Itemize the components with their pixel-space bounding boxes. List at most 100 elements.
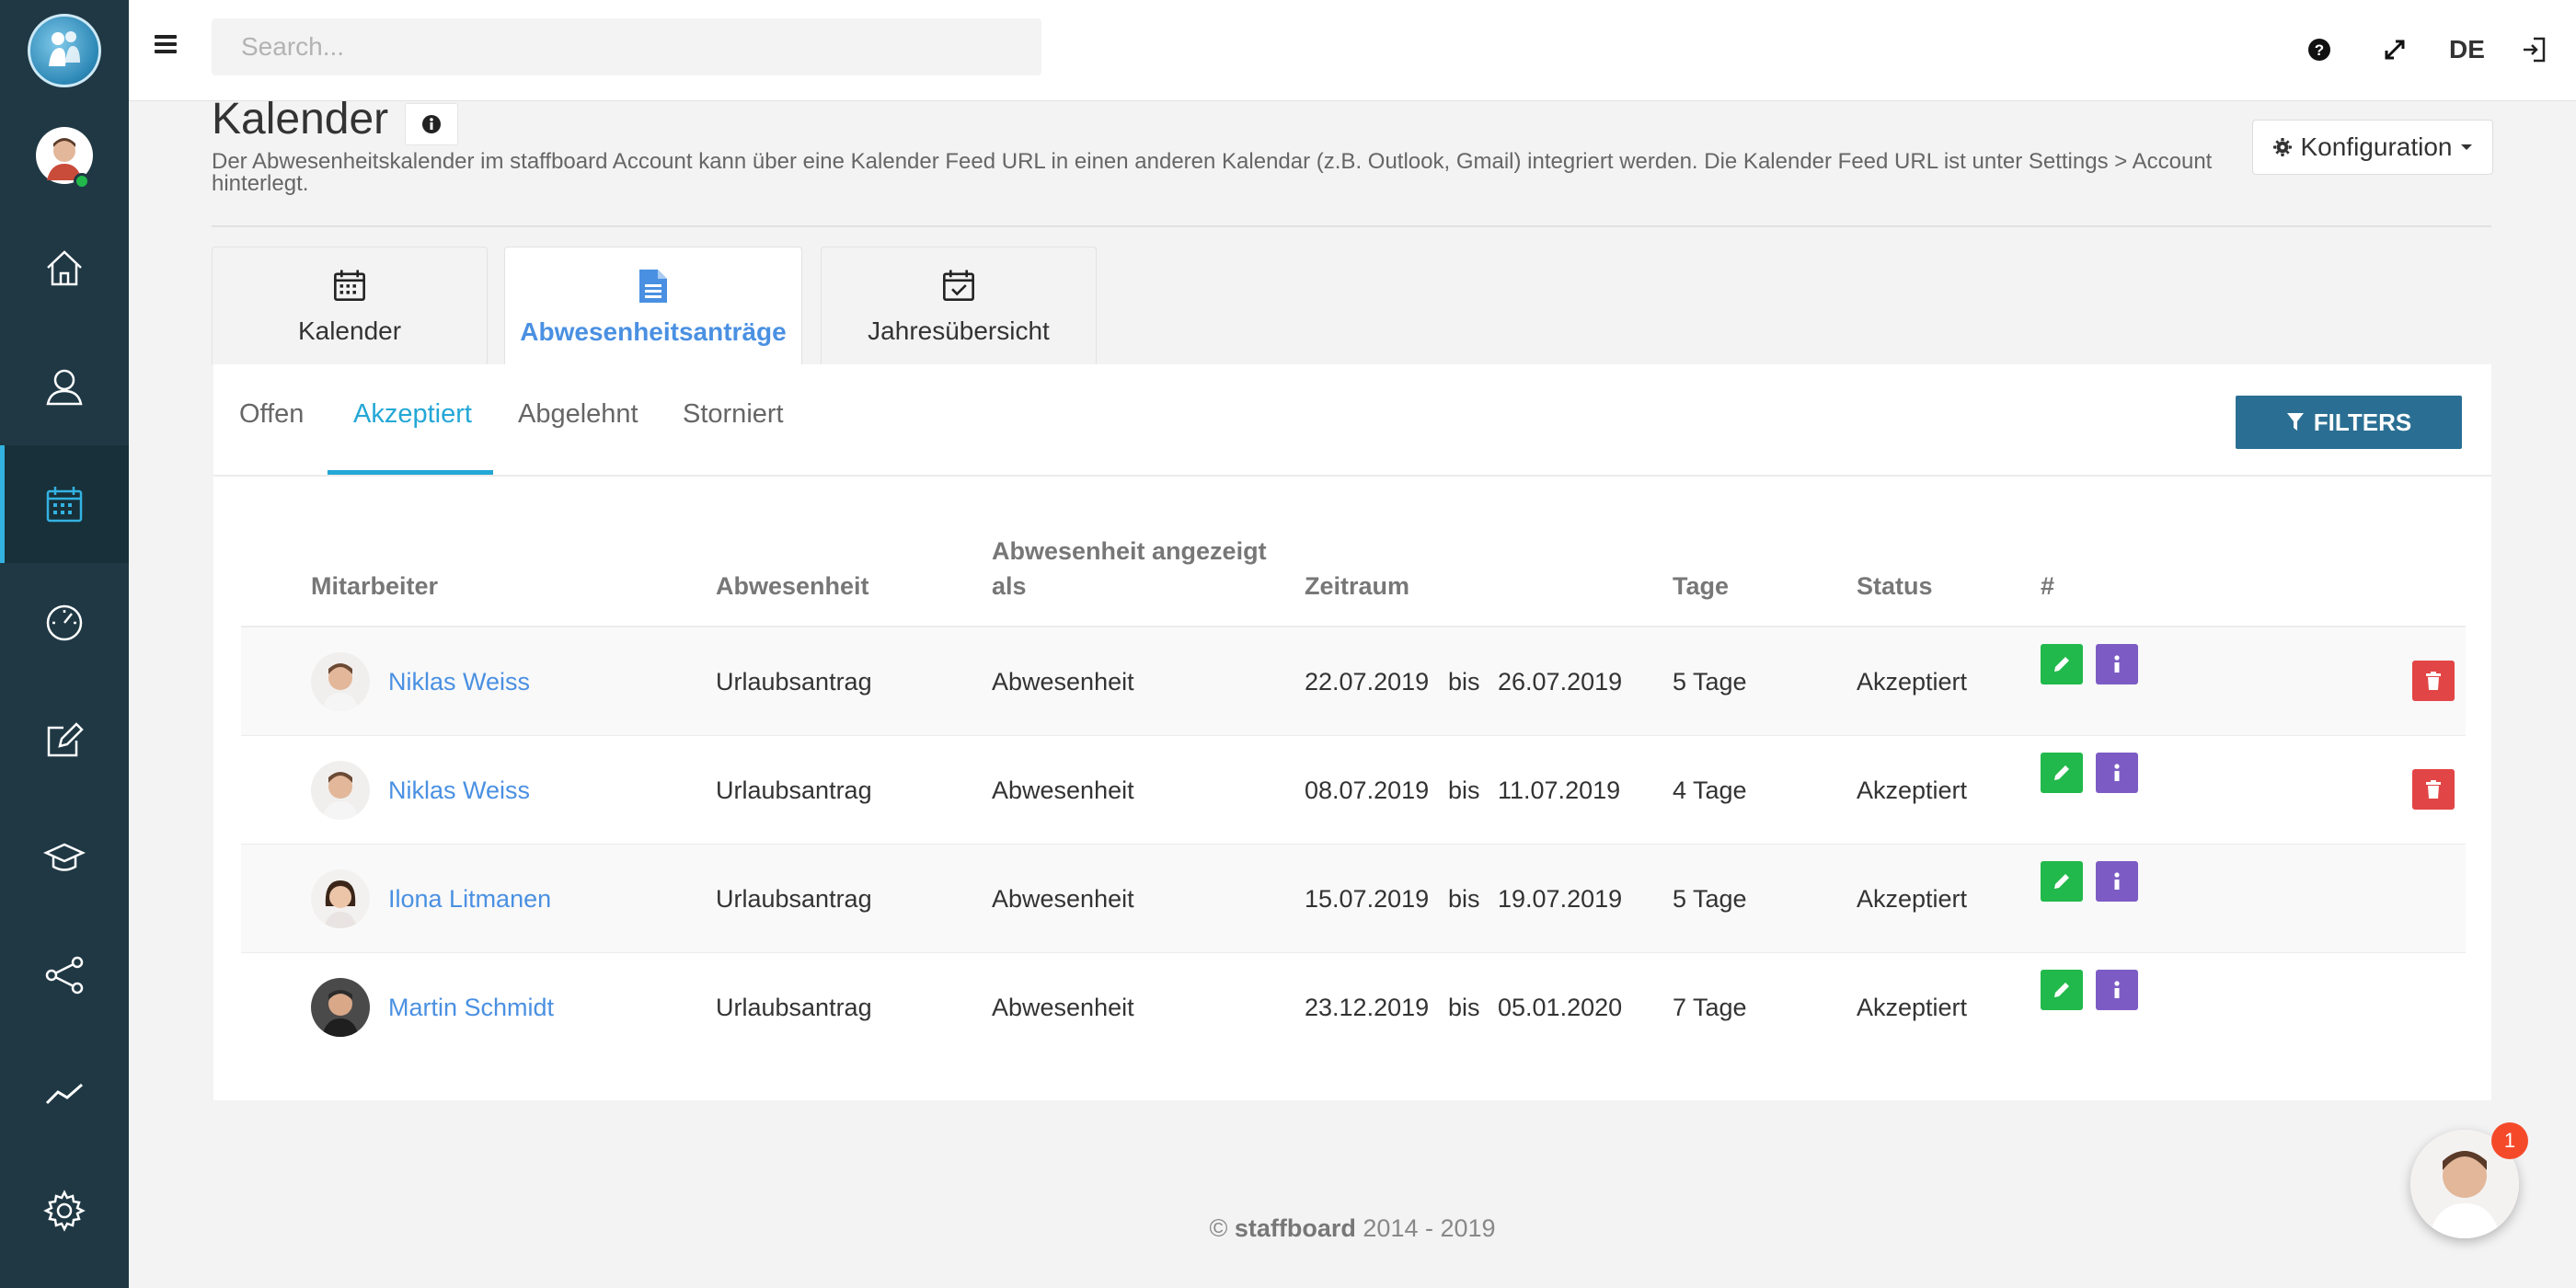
tab-abwesenheitsantraege[interactable]: Abwesenheitsanträge xyxy=(504,247,802,366)
pencil-icon xyxy=(2054,657,2069,672)
nav-settings[interactable] xyxy=(0,1152,129,1270)
absence-shown-as: Abwesenheit xyxy=(992,667,1134,696)
nav-edit[interactable] xyxy=(0,681,129,799)
employee-name-link[interactable]: Ilona Litmanen xyxy=(388,885,551,914)
employee-avatar xyxy=(311,869,370,928)
nav-share[interactable] xyxy=(0,916,129,1034)
document-icon xyxy=(639,269,667,303)
gear-icon xyxy=(43,1190,86,1232)
info-button[interactable] xyxy=(2096,861,2138,902)
info-button[interactable] xyxy=(2096,753,2138,793)
edit-button[interactable] xyxy=(2041,644,2083,684)
col-actions: # xyxy=(2041,572,2055,600)
sidebar xyxy=(0,0,129,1288)
requests-panel: Offen Akzeptiert Abgelehnt Storniert FIL… xyxy=(213,364,2491,1100)
nav-users[interactable] xyxy=(0,328,129,445)
header-divider xyxy=(212,225,2491,227)
col-abwesenheit: Abwesenheit xyxy=(716,572,869,600)
help-icon[interactable]: ? xyxy=(2307,31,2331,68)
tab-jahresuebersicht[interactable]: Jahresübersicht xyxy=(821,247,1097,364)
menu-toggle-icon[interactable] xyxy=(155,35,177,57)
nav-academy[interactable] xyxy=(0,799,129,916)
trash-icon xyxy=(2426,672,2441,690)
absence-type: Urlaubsantrag xyxy=(716,884,872,913)
tab-kalender[interactable]: Kalender xyxy=(212,247,488,364)
subtab-offen[interactable]: Offen xyxy=(239,399,304,430)
copyright-symbol: © xyxy=(1209,1214,1228,1242)
period-separator: bis xyxy=(1448,993,1480,1021)
col-tage: Tage xyxy=(1673,572,1730,600)
tab-abwesenheitsantraege-label: Abwesenheitsanträge xyxy=(520,316,787,346)
col-angezeigt-als: Abwesenheit angezeigt als xyxy=(992,537,1267,600)
day-count: 5 Tage xyxy=(1673,884,1747,913)
edit-button[interactable] xyxy=(2041,970,2083,1010)
trend-line-icon xyxy=(45,1083,83,1105)
tab-jahresuebersicht-label: Jahresübersicht xyxy=(868,316,1050,345)
table-row: Niklas Weiss Urlaubsantrag Abwesenheit 2… xyxy=(241,627,2466,736)
pencil-icon xyxy=(2054,765,2069,780)
status-tabs: Offen Akzeptiert Abgelehnt Storniert FIL… xyxy=(213,364,2491,477)
absence-type: Urlaubsantrag xyxy=(716,667,872,696)
nav-home[interactable] xyxy=(0,210,129,328)
edit-icon xyxy=(47,722,84,757)
language-switch[interactable]: DE xyxy=(2449,31,2485,68)
footer: © staffboard 2014 - 2019 xyxy=(129,1214,2576,1243)
chat-notification-badge: 1 xyxy=(2491,1122,2528,1159)
pencil-icon xyxy=(2054,983,2069,997)
edit-button[interactable] xyxy=(2041,753,2083,793)
day-count: 7 Tage xyxy=(1673,993,1747,1021)
calendar-check-icon xyxy=(943,269,974,301)
svg-text:?: ? xyxy=(2315,41,2324,59)
table-row: Niklas Weiss Urlaubsantrag Abwesenheit 0… xyxy=(241,736,2466,845)
employee-avatar xyxy=(311,652,370,711)
table-header: Mitarbeiter Abwesenheit Abwesenheit ange… xyxy=(241,530,2466,627)
top-header: ? DE xyxy=(129,0,2576,101)
info-icon xyxy=(2114,872,2120,890)
info-icon xyxy=(2114,655,2120,673)
delete-button[interactable] xyxy=(2412,769,2455,810)
absence-shown-as: Abwesenheit xyxy=(992,993,1134,1021)
nav-analytics[interactable] xyxy=(0,1034,129,1152)
user-icon xyxy=(46,369,83,406)
trash-icon xyxy=(2426,780,2441,799)
edit-button[interactable] xyxy=(2041,861,2083,902)
employee-name-link[interactable]: Niklas Weiss xyxy=(388,776,530,805)
footer-years: 2014 - 2019 xyxy=(1363,1214,1496,1242)
configuration-dropdown[interactable]: Konfiguration xyxy=(2252,120,2493,175)
info-icon xyxy=(2114,764,2120,781)
nav-dashboard[interactable] xyxy=(0,563,129,681)
app-logo[interactable] xyxy=(0,0,129,101)
fullscreen-icon[interactable] xyxy=(2383,31,2407,68)
active-tab-indicator xyxy=(328,470,493,475)
search-input[interactable] xyxy=(212,18,1041,75)
footer-brand: staffboard xyxy=(1234,1214,1356,1242)
calendar-icon xyxy=(46,487,83,523)
tab-kalender-label: Kalender xyxy=(297,316,402,345)
graduation-cap-icon xyxy=(43,843,86,871)
info-button[interactable] xyxy=(2096,644,2138,684)
info-button[interactable] xyxy=(2096,970,2138,1010)
delete-button[interactable] xyxy=(2412,661,2455,701)
share-icon xyxy=(45,956,84,995)
period-to: 26.07.2019 xyxy=(1498,667,1623,696)
subtab-storniert[interactable]: Storniert xyxy=(683,399,784,430)
employee-name-link[interactable]: Martin Schmidt xyxy=(388,994,554,1022)
info-icon xyxy=(2114,981,2120,998)
status-text: Akzeptiert xyxy=(1857,884,1968,913)
caret-down-icon xyxy=(2460,144,2472,150)
absence-shown-as: Abwesenheit xyxy=(992,776,1134,804)
day-count: 4 Tage xyxy=(1673,776,1747,804)
speedometer-icon xyxy=(46,604,83,641)
page-info-button[interactable] xyxy=(405,103,458,145)
requests-table: Mitarbeiter Abwesenheit Abwesenheit ange… xyxy=(241,530,2466,1062)
user-avatar[interactable] xyxy=(0,101,129,210)
subtab-akzeptiert[interactable]: Akzeptiert xyxy=(353,399,472,430)
nav-calendar[interactable] xyxy=(0,445,129,563)
calendar-icon xyxy=(334,269,365,301)
employee-name-link[interactable]: Niklas Weiss xyxy=(388,668,530,696)
home-icon xyxy=(47,250,82,286)
employee-avatar xyxy=(311,978,370,1037)
filters-button[interactable]: FILTERS xyxy=(2236,396,2462,449)
subtab-abgelehnt[interactable]: Abgelehnt xyxy=(518,399,638,430)
logout-icon[interactable] xyxy=(2521,31,2547,68)
